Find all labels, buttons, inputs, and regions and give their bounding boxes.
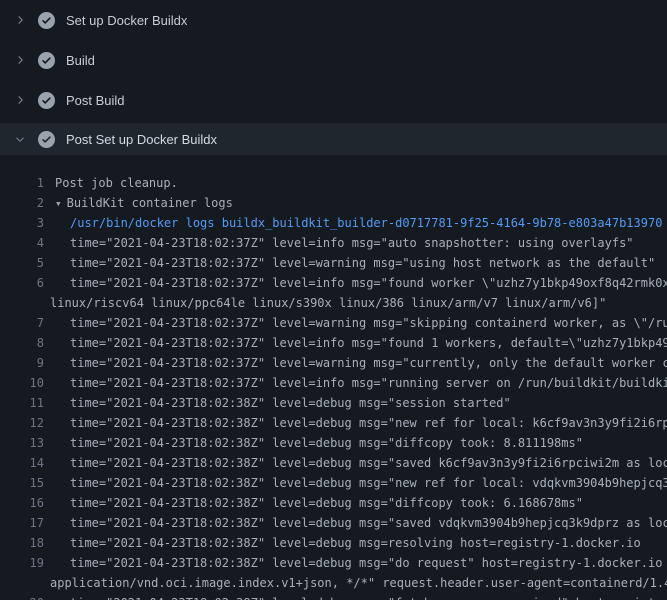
workflow-log-viewer: Set up Docker Buildx Build Post Build Post …	[0, 0, 667, 600]
line-number[interactable]: 6	[0, 273, 44, 293]
log-line: 18 time="2021-04-23T18:02:38Z" level=debu…	[0, 533, 667, 553]
step-title: Build	[66, 53, 95, 68]
log-text-wrapped: application/vnd.oci.image.index.v1+json,…	[50, 573, 667, 593]
log-line: 2 ▾ BuildKit container logs	[0, 193, 667, 213]
line-number[interactable]: 19	[0, 553, 44, 573]
line-number-empty	[0, 293, 44, 313]
line-number[interactable]: 5	[0, 253, 44, 273]
line-number[interactable]: 3	[0, 213, 44, 233]
line-number-empty	[0, 573, 44, 593]
line-number[interactable]: 15	[0, 473, 44, 493]
log-text: time="2021-04-23T18:02:38Z" level=debug …	[70, 393, 511, 413]
log-text: time="2021-04-23T18:02:38Z" level=debug …	[70, 453, 667, 473]
line-number[interactable]: 10	[0, 373, 44, 393]
log-text: time="2021-04-23T18:02:38Z" level=debug …	[70, 413, 667, 433]
check-circle-icon	[38, 131, 55, 148]
log-line: 17 time="2021-04-23T18:02:38Z" level=debu…	[0, 513, 667, 533]
log-line: 9 time="2021-04-23T18:02:37Z" level=warni…	[0, 353, 667, 373]
log-line: 7 time="2021-04-23T18:02:37Z" level=warni…	[0, 313, 667, 333]
step-row-post-build[interactable]: Post Build	[0, 80, 667, 120]
line-number[interactable]: 8	[0, 333, 44, 353]
log-text-wrapped: linux/riscv64 linux/ppc64le linux/s390x …	[50, 293, 606, 313]
chevron-right-icon	[13, 14, 26, 27]
line-number[interactable]: 13	[0, 433, 44, 453]
line-number[interactable]: 17	[0, 513, 44, 533]
log-line: 13 time="2021-04-23T18:02:38Z" level=debu…	[0, 433, 667, 453]
line-number[interactable]: 12	[0, 413, 44, 433]
check-circle-icon	[38, 92, 55, 109]
log-line: 20 time="2021-04-23T18:02:38Z" level=debu…	[0, 593, 667, 600]
line-number[interactable]: 18	[0, 533, 44, 553]
log-line: 5 time="2021-04-23T18:02:37Z" level=warni…	[0, 253, 667, 273]
line-number[interactable]: 14	[0, 453, 44, 473]
line-number[interactable]: 7	[0, 313, 44, 333]
log-panel: 1 Post job cleanup. 2 ▾ BuildKit container l…	[0, 155, 667, 600]
line-number[interactable]: 2	[0, 193, 44, 213]
step-row-build[interactable]: Build	[0, 40, 667, 80]
log-line: 1 Post job cleanup.	[0, 173, 667, 193]
log-text: time="2021-04-23T18:02:38Z" level=debug …	[70, 533, 641, 553]
log-line: 11 time="2021-04-23T18:02:38Z" level=debu…	[0, 393, 667, 413]
log-group-label: BuildKit container logs	[67, 196, 233, 210]
log-line: 15 time="2021-04-23T18:02:38Z" level=debu…	[0, 473, 667, 493]
log-text: time="2021-04-23T18:02:38Z" level=debug …	[70, 553, 667, 573]
log-text: time="2021-04-23T18:02:37Z" level=info m…	[70, 373, 667, 393]
log-command-text: /usr/bin/docker logs buildx_buildkit_bui…	[70, 213, 662, 233]
log-line: 14 time="2021-04-23T18:02:38Z" level=debu…	[0, 453, 667, 473]
step-row-set-up-docker-buildx[interactable]: Set up Docker Buildx	[0, 0, 667, 40]
line-number[interactable]: 1	[0, 173, 44, 193]
log-line: 3/usr/bin/docker logs buildx_buildkit_bu…	[0, 213, 667, 233]
step-title: Post Set up Docker Buildx	[66, 132, 217, 147]
steps-list: Set up Docker Buildx Build Post Build Post …	[0, 0, 667, 155]
log-text: time="2021-04-23T18:02:38Z" level=debug …	[70, 513, 667, 533]
log-line: 10 time="2021-04-23T18:02:37Z" level=info…	[0, 373, 667, 393]
log-text: time="2021-04-23T18:02:37Z" level=warnin…	[70, 313, 667, 333]
line-number[interactable]: 9	[0, 353, 44, 373]
log-line-continuation: linux/riscv64 linux/ppc64le linux/s390x …	[0, 293, 667, 313]
log-text: time="2021-04-23T18:02:37Z" level=warnin…	[70, 353, 667, 373]
log-line-continuation: application/vnd.oci.image.index.v1+json,…	[0, 573, 667, 593]
log-group-toggle[interactable]: ▾ BuildKit container logs	[55, 193, 233, 213]
chevron-right-icon	[13, 54, 26, 67]
log-line: 16 time="2021-04-23T18:02:38Z" level=debu…	[0, 493, 667, 513]
check-circle-icon	[38, 52, 55, 69]
step-title: Set up Docker Buildx	[66, 13, 187, 28]
line-number[interactable]: 16	[0, 493, 44, 513]
line-number[interactable]: 4	[0, 233, 44, 253]
log-text: Post job cleanup.	[55, 173, 178, 193]
log-line: 12 time="2021-04-23T18:02:38Z" level=debu…	[0, 413, 667, 433]
log-line: 8 time="2021-04-23T18:02:37Z" level=info …	[0, 333, 667, 353]
log-text: time="2021-04-23T18:02:37Z" level=info m…	[70, 333, 667, 353]
collapse-triangle-icon: ▾	[55, 197, 62, 210]
step-row-post-set-up-docker-buildx[interactable]: Post Set up Docker Buildx	[0, 123, 667, 155]
log-text: time="2021-04-23T18:02:37Z" level=info m…	[70, 273, 667, 293]
line-number[interactable]: 11	[0, 393, 44, 413]
log-text: time="2021-04-23T18:02:37Z" level=warnin…	[70, 253, 655, 273]
check-circle-icon	[38, 12, 55, 29]
chevron-down-icon	[13, 133, 26, 146]
log-text: time="2021-04-23T18:02:38Z" level=debug …	[70, 593, 667, 600]
log-text: time="2021-04-23T18:02:37Z" level=info m…	[70, 233, 634, 253]
log-line: 6 time="2021-04-23T18:02:37Z" level=info …	[0, 273, 667, 293]
step-title: Post Build	[66, 93, 125, 108]
line-number[interactable]: 20	[0, 593, 44, 600]
log-line: 19 time="2021-04-23T18:02:38Z" level=debu…	[0, 553, 667, 573]
log-text: time="2021-04-23T18:02:38Z" level=debug …	[70, 493, 583, 513]
log-text: time="2021-04-23T18:02:38Z" level=debug …	[70, 473, 667, 493]
log-text: time="2021-04-23T18:02:38Z" level=debug …	[70, 433, 583, 453]
log-line: 4 time="2021-04-23T18:02:37Z" level=info …	[0, 233, 667, 253]
chevron-right-icon	[13, 94, 26, 107]
